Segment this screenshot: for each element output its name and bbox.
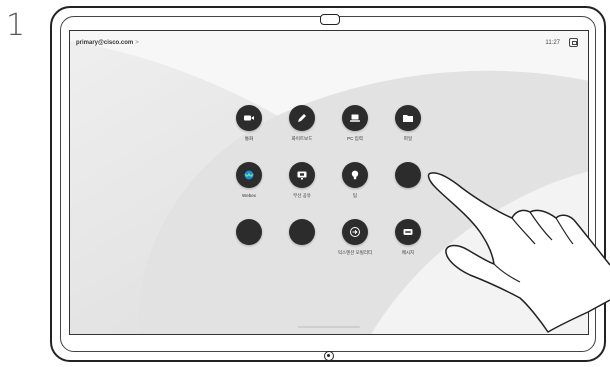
tile-whiteboard[interactable]: 화이트보드 [272,105,332,142]
tile-label: 메시지 [401,250,415,255]
tile-label: PC 입력 [347,136,363,141]
tile-call[interactable]: 통화 [219,105,279,142]
tile-label: 파일 [403,136,413,141]
blank-tile-circle [236,219,262,245]
camera-icon [236,105,262,131]
tile-label: Webex [242,193,256,198]
webex-icon [236,162,262,188]
step-number: 1 [6,8,26,43]
home-button[interactable] [324,351,334,361]
pencil-icon [289,105,315,131]
account-label[interactable]: primary@cisco.com > [76,40,139,46]
tile-messages[interactable]: 메시지 [378,219,438,256]
touch-screen: primary@cisco.com > 11:27 통화 화이트보드 PC 입력 … [69,30,589,335]
camera-icon [320,14,340,25]
tile-label: 화이트보드 [291,136,313,141]
tile-pc-input[interactable]: PC 입력 [325,105,385,142]
tile-label: 익스텐션 모빌리티 [337,250,373,255]
home-indicator[interactable] [298,326,360,328]
message-icon [395,219,421,245]
folder-icon [395,105,421,131]
tile-extension-mobility[interactable]: 익스텐션 모빌리티 [325,219,385,256]
tile-label: 팁 [352,193,358,198]
tile-blank[interactable] [219,219,279,250]
tile-wireless-share[interactable]: 무선 공유 [272,162,332,199]
sign-in-icon [342,219,368,245]
cast-icon [289,162,315,188]
tile-blank[interactable] [378,162,438,193]
screen-share-icon[interactable] [569,38,578,47]
tile-files[interactable]: 파일 [378,105,438,142]
tile-webex[interactable]: Webex [219,162,279,198]
tile-label: 무선 공유 [293,193,311,198]
chevron-right-icon: > [135,40,139,46]
laptop-icon [342,105,368,131]
account-email: primary@cisco.com [76,40,134,46]
blank-tile-circle [289,219,315,245]
tile-label: 통화 [244,136,254,141]
tile-tips[interactable]: 팁 [325,162,385,199]
blank-tile-circle [395,162,421,188]
tile-blank[interactable] [272,219,332,250]
lightbulb-icon [342,162,368,188]
clock: 11:27 [545,40,560,46]
